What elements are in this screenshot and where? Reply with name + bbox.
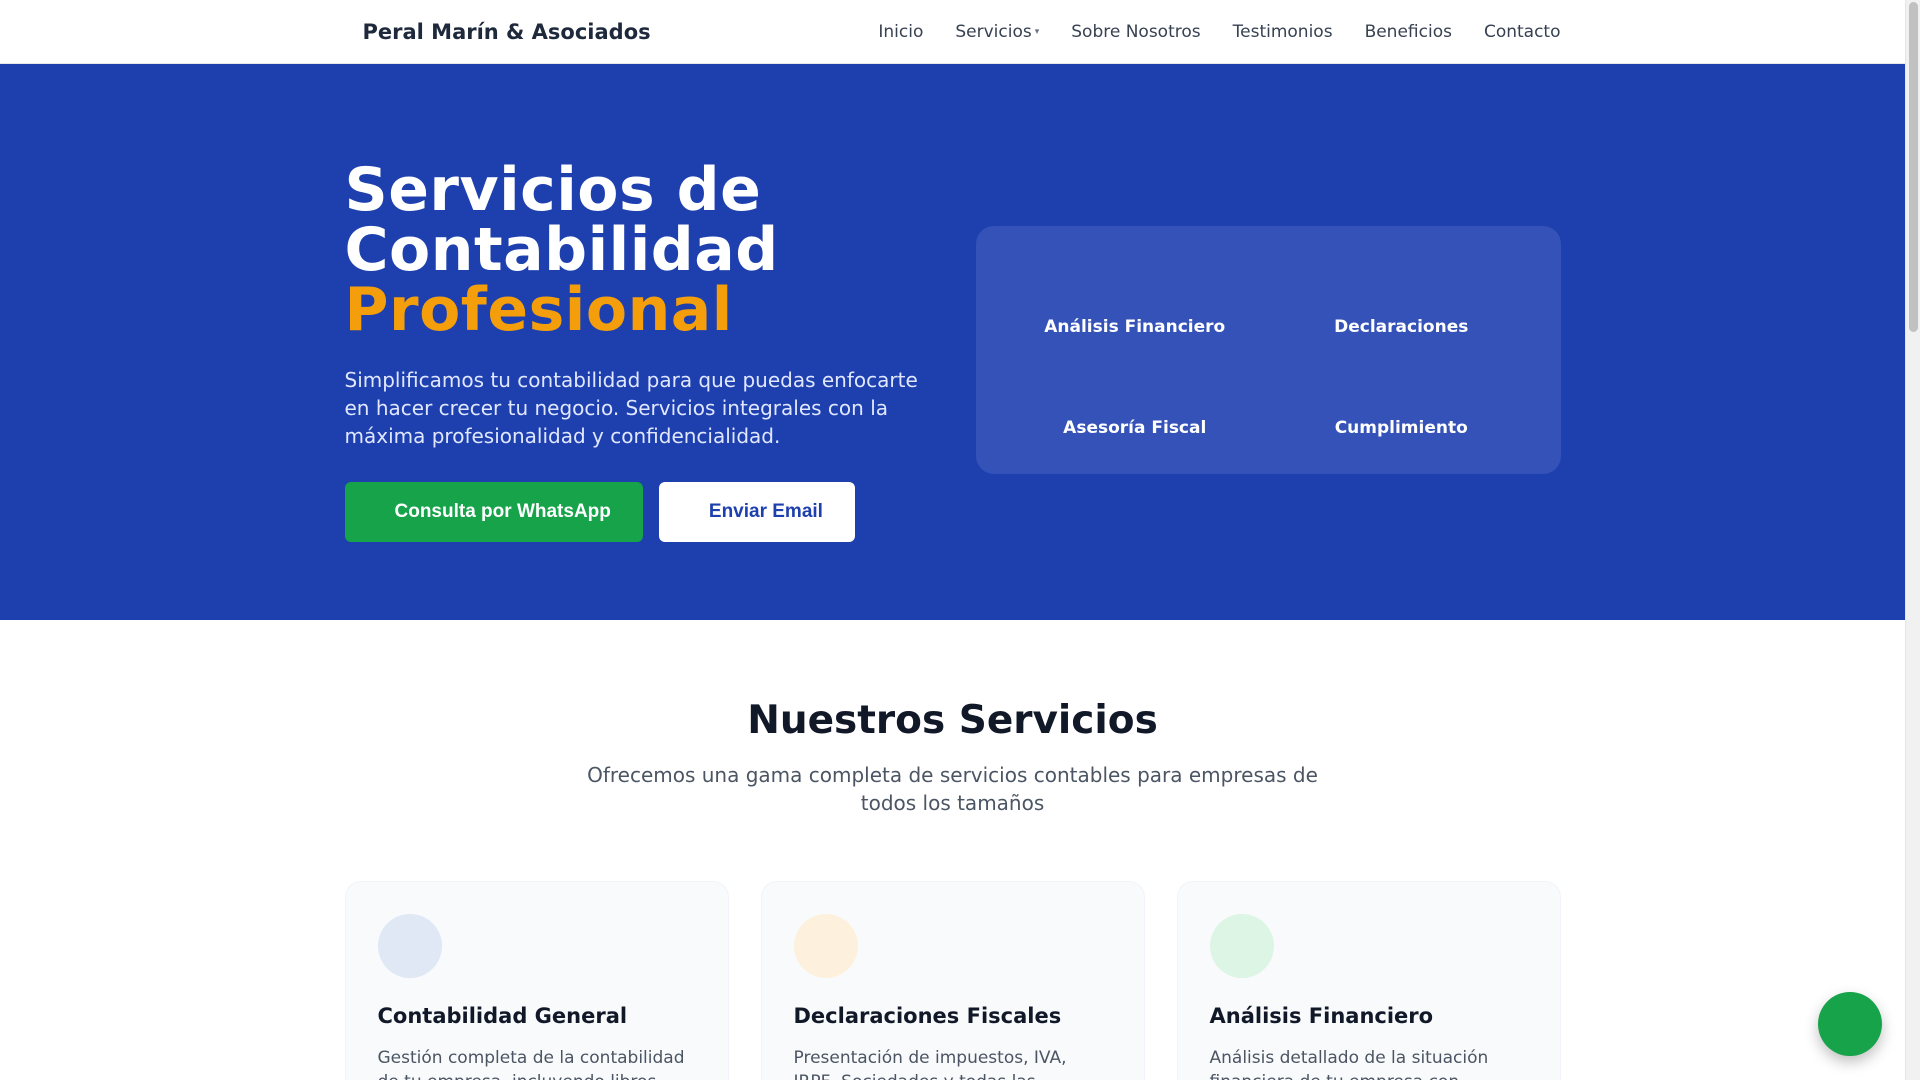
- feature-label: Análisis Financiero: [1044, 316, 1226, 337]
- hero-title-accent: Profesional: [344, 275, 733, 345]
- top-navbar: Peral Marín & Asociados Inicio Servicios…: [0, 0, 1905, 64]
- nav-link-servicios[interactable]: Servicios ▾: [955, 22, 1039, 42]
- whatsapp-consult-button[interactable]: Consulta por WhatsApp: [344, 482, 643, 542]
- service-card-contabilidad-general[interactable]: Contabilidad General Gestión completa de…: [344, 881, 729, 1080]
- hero-features-card: Análisis Financiero Declaraciones Asesor…: [975, 226, 1561, 474]
- nav-link-label: Inicio: [878, 21, 924, 42]
- brand-logo[interactable]: Peral Marín & Asociados: [345, 20, 651, 44]
- chart-icon: [1209, 914, 1274, 978]
- vertical-scrollbar[interactable]: [1905, 0, 1920, 1080]
- hero-description: Simplificamos tu contabilidad para que p…: [344, 368, 918, 448]
- feature-label: Cumplimiento: [1334, 417, 1468, 438]
- service-card-analisis-financiero[interactable]: Análisis Financiero Análisis detallado d…: [1176, 881, 1561, 1080]
- card-description: Presentación de impuestos, IVA, IRPF, So…: [793, 1048, 1067, 1080]
- chevron-down-icon: ▾: [1034, 26, 1040, 37]
- feature-label: Declaraciones: [1334, 316, 1469, 337]
- nav-links: Inicio Servicios ▾ Sobre Nosotros Testim…: [878, 22, 1560, 42]
- service-card-declaraciones-fiscales[interactable]: Declaraciones Fiscales Presentación de i…: [760, 881, 1145, 1080]
- nav-link-label: Sobre Nosotros: [1071, 21, 1201, 42]
- feature-label: Asesoría Fiscal: [1063, 417, 1207, 438]
- brand-name: Peral Marín & Asociados: [362, 19, 651, 44]
- receipt-icon: [793, 914, 858, 978]
- hero-title: Servicios de Contabilidad Profesional: [345, 160, 935, 340]
- scrollbar-thumb[interactable]: [1909, 2, 1918, 332]
- feature-cumplimiento: Cumplimiento: [1268, 353, 1535, 454]
- card-title: Declaraciones Fiscales: [793, 1004, 1062, 1028]
- feature-declaraciones: Declaraciones: [1268, 252, 1535, 353]
- nav-link-beneficios[interactable]: Beneficios: [1365, 22, 1452, 42]
- feature-analisis-financiero: Análisis Financiero: [1002, 252, 1269, 353]
- hero-text: Servicios de Contabilidad Profesional Si…: [344, 160, 935, 542]
- nav-link-contacto[interactable]: Contacto: [1484, 22, 1561, 42]
- nav-link-testimonios[interactable]: Testimonios: [1233, 22, 1333, 42]
- nav-link-label: Servicios: [955, 21, 1032, 42]
- nav-link-label: Contacto: [1483, 21, 1561, 42]
- hero-buttons: Consulta por WhatsApp Enviar Email: [344, 482, 935, 542]
- card-title: Contabilidad General: [377, 1004, 628, 1028]
- nav-link-sobre-nosotros[interactable]: Sobre Nosotros: [1071, 22, 1200, 42]
- hero-section: Servicios de Contabilidad Profesional Si…: [0, 64, 1905, 620]
- services-title: Nuestros Servicios: [747, 698, 1158, 743]
- nav-link-inicio[interactable]: Inicio: [878, 22, 923, 42]
- send-email-button[interactable]: Enviar Email: [658, 482, 855, 542]
- card-description: Análisis detallado de la situación finan…: [1209, 1048, 1489, 1080]
- services-section: Nuestros Servicios Ofrecemos una gama co…: [0, 620, 1905, 1080]
- button-label: Enviar Email: [708, 501, 823, 522]
- feature-asesoria-fiscal: Asesoría Fiscal: [1002, 353, 1269, 454]
- card-title: Análisis Financiero: [1209, 1004, 1434, 1028]
- page: Peral Marín & Asociados Inicio Servicios…: [0, 0, 1905, 1080]
- nav-link-label: Beneficios: [1364, 21, 1452, 42]
- services-subtitle: Ofrecemos una gama completa de servicios…: [587, 763, 1318, 815]
- services-cards: Contabilidad General Gestión completa de…: [344, 881, 1561, 1080]
- floating-whatsapp-button[interactable]: [1818, 992, 1882, 1056]
- book-icon: [377, 914, 442, 978]
- button-label: Consulta por WhatsApp: [394, 501, 611, 522]
- card-description: Gestión completa de la contabilidad de t…: [377, 1048, 685, 1080]
- nav-link-label: Testimonios: [1232, 21, 1333, 42]
